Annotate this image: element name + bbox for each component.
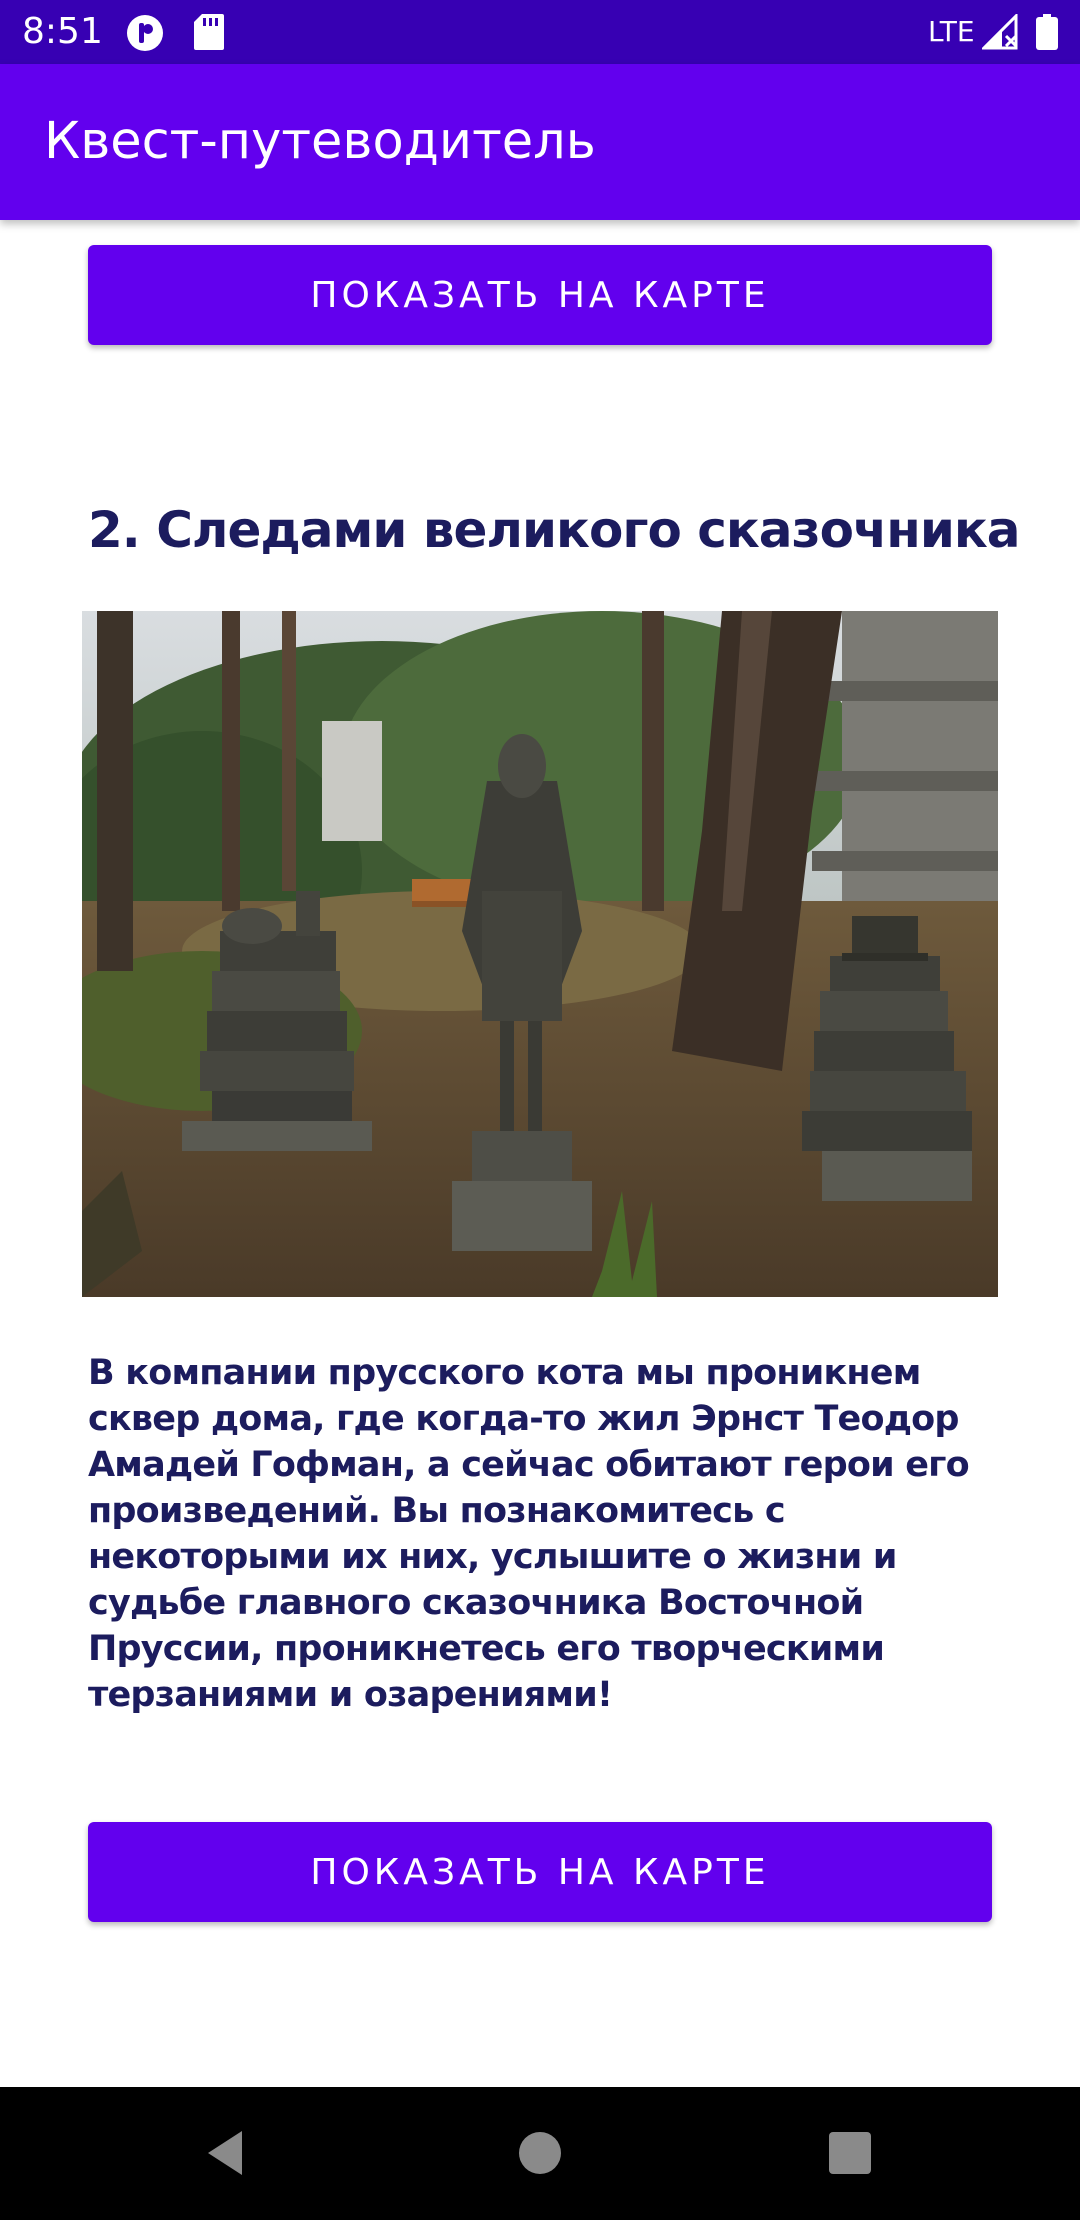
- show-on-map-button[interactable]: ПОКАЗАТЬ НА КАРТЕ: [88, 245, 992, 345]
- app-notification-icon: [126, 14, 164, 57]
- home-icon[interactable]: [504, 2117, 576, 2189]
- back-icon[interactable]: [190, 2117, 262, 2189]
- section-description: В компании прусского кота мы проникнем с…: [88, 1353, 970, 1715]
- status-time: 8:51: [22, 11, 103, 52]
- network-type-label: LTE: [928, 15, 975, 48]
- show-on-map-button-2[interactable]: ПОКАЗАТЬ НА КАРТЕ: [88, 1822, 992, 1922]
- location-photo: [82, 611, 998, 1297]
- sd-card-icon: [194, 14, 224, 55]
- signal-icon: [980, 12, 1018, 55]
- battery-icon: [1036, 14, 1058, 55]
- system-navigation-bar: [0, 2087, 1080, 2220]
- app-bar: Квест-путеводитель: [0, 64, 1080, 220]
- recents-icon[interactable]: [814, 2117, 886, 2189]
- section-title: 2. Следами великого сказочника: [88, 501, 1021, 559]
- app-title: Квест-путеводитель: [44, 112, 596, 171]
- status-bar: 8:51 LTE: [0, 0, 1080, 64]
- content-scroll[interactable]: ПОКАЗАТЬ НА КАРТЕ 2. Следами великого ск…: [0, 220, 1080, 2087]
